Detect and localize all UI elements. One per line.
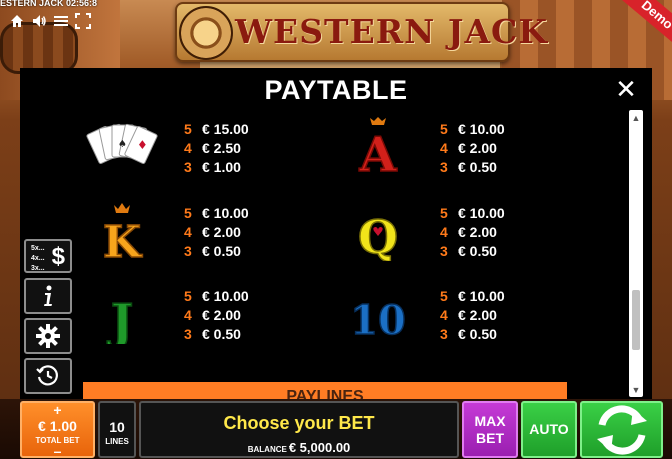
pay-values: 5 € 15.00 4 € 2.50 3 € 1.00	[184, 121, 249, 175]
paytable-row-queen: Q 5€ 10.00 4€ 2.00 3€ 0.50	[338, 201, 618, 265]
decrease-bet-button[interactable]: –	[22, 443, 93, 459]
lines-display: 10 LINES	[98, 401, 136, 458]
balance-label: BALANCE	[247, 445, 287, 454]
history-button[interactable]	[24, 358, 72, 394]
king-symbol-icon: K	[82, 201, 162, 269]
balance-value: € 5,000.00	[288, 440, 351, 455]
info-icon	[44, 285, 52, 306]
message-display: Choose your BET BALANCE € 5,000.00	[139, 401, 459, 458]
pay-values: 5 € 10.00 4 € 2.00 3 € 0.50	[440, 288, 505, 342]
top-bar: ESTERN JACK 02:56:8	[0, 0, 110, 40]
scroll-down-icon[interactable]: ▼	[629, 384, 643, 396]
svg-text:♠: ♠	[118, 139, 127, 150]
increase-bet-button[interactable]: +	[22, 402, 93, 418]
ten-symbol-icon: 10	[338, 284, 418, 345]
settings-button[interactable]	[24, 318, 72, 354]
dollar-icon: $	[51, 243, 65, 270]
close-button[interactable]: ✕	[614, 76, 638, 102]
lines-value: 10	[109, 419, 125, 435]
game-clock: ESTERN JACK 02:56:8	[0, 0, 98, 8]
lines-label: LINES	[105, 437, 129, 446]
scroll-up-icon[interactable]: ▲	[629, 112, 643, 124]
svg-text:J: J	[107, 294, 134, 344]
svg-text:♦: ♦	[137, 138, 148, 152]
paytable-panel: PAYTABLE ✕ ♦ ♠ 5 € 15.00 4 € 2.50 3 € 1.…	[20, 68, 652, 404]
spin-button[interactable]	[580, 401, 663, 458]
paytable-content: ♦ ♠ 5 € 15.00 4 € 2.50 3 € 1.00 A 5 € 10.00 …	[82, 112, 642, 397]
paytable-row-king: K 5 € 10.00 4 € 2.00 3 € 0.50	[82, 201, 362, 269]
paytable-row-cards: ♦ ♠ 5 € 15.00 4 € 2.50 3 € 1.00	[82, 117, 362, 177]
gear-icon	[36, 324, 60, 348]
svg-text:10: 10	[350, 297, 406, 344]
logo-title: WESTERN JACK	[235, 12, 548, 51]
volume-icon[interactable]	[31, 13, 47, 29]
max-bet-button[interactable]: MAX BET	[462, 401, 518, 458]
jack-symbol-icon: J	[82, 284, 162, 351]
game-logo: WESTERN JACK	[175, 2, 548, 62]
paytable-button[interactable]: 5x... 4x... 3x... $	[24, 239, 72, 273]
pay-values: 5 € 10.00 4 € 2.00 3 € 0.50	[184, 205, 249, 259]
total-bet-value: € 1.00	[38, 418, 77, 434]
pay-values: 5 € 10.00 4 € 2.00 3 € 0.50	[440, 205, 505, 259]
balance-display: BALANCE € 5,000.00	[141, 440, 457, 455]
fullscreen-icon[interactable]	[75, 13, 91, 29]
ace-symbol-icon: A	[338, 117, 418, 184]
svg-text:A: A	[358, 127, 397, 177]
queen-symbol-icon: Q	[338, 201, 418, 265]
playing-cards-icon: ♦ ♠	[82, 117, 162, 177]
history-icon	[36, 365, 58, 386]
paytable-row-ace: A 5 € 10.00 4 € 2.00 3 € 0.50	[338, 117, 618, 184]
message-text: Choose your BET	[223, 413, 375, 433]
spin-icon	[596, 404, 647, 455]
autoplay-button[interactable]: AUTO	[521, 401, 577, 458]
menu-icon[interactable]	[53, 13, 69, 29]
total-bet-control: + € 1.00 TOTAL BET –	[20, 401, 95, 459]
paytable-row-ten: 10 5 € 10.00 4 € 2.00 3 € 0.50	[338, 284, 618, 345]
svg-text:K: K	[103, 217, 143, 261]
paytable-scrollbar[interactable]: ▲ ▼	[629, 110, 643, 397]
home-icon[interactable]	[9, 13, 25, 29]
paytable-row-jack: J 5 € 10.00 4 € 2.00 3 € 0.50	[82, 284, 362, 351]
pay-values: 5 € 10.00 4 € 2.00 3 € 0.50	[184, 288, 249, 342]
sheriff-badge-icon	[179, 6, 233, 60]
paytable-title: PAYTABLE	[264, 75, 408, 105]
info-button[interactable]	[24, 278, 72, 314]
scrollbar-thumb[interactable]	[632, 290, 640, 350]
pay-values: 5 € 10.00 4 € 2.00 3 € 0.50	[440, 121, 505, 175]
